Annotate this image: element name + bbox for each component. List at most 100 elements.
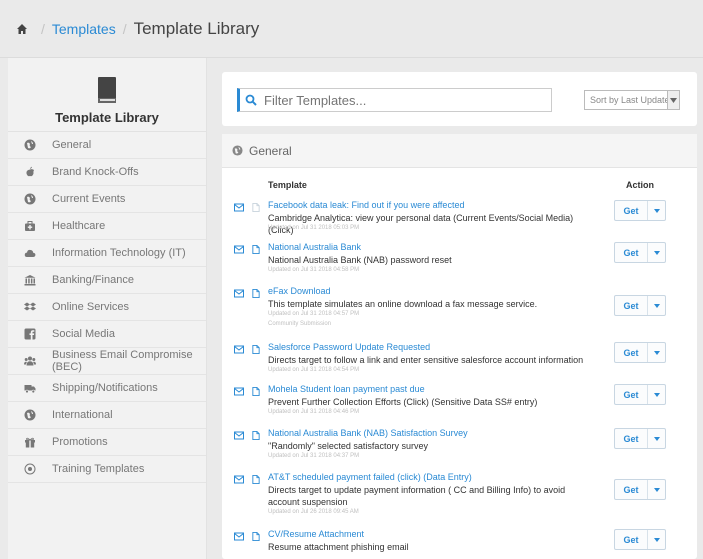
globe-icon [24, 409, 36, 421]
sidebar-item-business-email-compromise-bec[interactable]: Business Email Compromise (BEC) [8, 348, 206, 375]
template-title-link[interactable]: eFax Download [268, 286, 331, 296]
get-button[interactable]: Get [615, 301, 647, 311]
template-title-link[interactable]: Salesforce Password Update Requested [268, 342, 430, 352]
get-button[interactable]: Get [615, 206, 647, 216]
template-description: Directs target to update payment informa… [268, 485, 566, 507]
chevron-down-icon[interactable] [648, 250, 665, 255]
row-icons [234, 289, 268, 298]
landing-page-icon [252, 289, 260, 298]
facebook-icon [24, 328, 36, 340]
template-title-link[interactable]: National Australia Bank [268, 242, 361, 252]
sidebar-item-online-services[interactable]: Online Services [8, 294, 206, 321]
sidebar-item-current-events[interactable]: Current Events [8, 186, 206, 213]
medkit-icon [25, 221, 35, 231]
section-header: General [222, 134, 697, 168]
landing-page-icon [252, 203, 260, 212]
chevron-down-icon[interactable] [648, 208, 665, 213]
get-button-group: Get [614, 342, 666, 363]
sidebar: Template Library General Brand Knock-Offs… [8, 58, 207, 559]
sidebar-item-healthcare[interactable]: Healthcare [8, 213, 206, 240]
row-icons [234, 387, 268, 396]
sidebar-item-promotions[interactable]: Promotions [8, 429, 206, 456]
filter-templates-input[interactable] [264, 92, 544, 108]
page-title: Template Library [133, 18, 260, 38]
template-title-link[interactable]: CV/Resume Attachment [268, 529, 364, 539]
sidebar-item-social-media[interactable]: Social Media [8, 321, 206, 348]
sidebar-item-general[interactable]: General [8, 132, 206, 159]
landing-page-icon [252, 532, 260, 541]
template-title-link[interactable]: AT&T scheduled payment failed (click) (D… [268, 472, 472, 482]
email-icon [234, 387, 244, 396]
email-icon [234, 475, 244, 484]
email-icon [234, 532, 244, 541]
sidebar-item-shipping-notifications[interactable]: Shipping/Notifications [8, 375, 206, 402]
chevron-down-icon[interactable] [648, 350, 665, 355]
email-icon [234, 289, 244, 298]
get-button[interactable]: Get [615, 390, 647, 400]
breadcrumb-templates-link[interactable]: Templates [52, 21, 116, 37]
sidebar-item-training-templates[interactable]: Training Templates [8, 456, 206, 483]
template-list: General Template Action Facebook data le… [222, 134, 697, 559]
sidebar-item-label: Current Events [52, 193, 126, 205]
sidebar-item-banking-finance[interactable]: Banking/Finance [8, 267, 206, 294]
email-icon [234, 245, 244, 254]
sidebar-item-label: Training Templates [52, 463, 145, 475]
chevron-down-icon[interactable] [648, 392, 665, 397]
column-header-action: Action [626, 180, 654, 190]
book-icon [98, 77, 116, 103]
filter-panel: Sort by Last Updated [222, 72, 697, 126]
template-title-link[interactable]: Facebook data leak: Find out if you were… [268, 200, 464, 210]
filter-box[interactable] [237, 88, 552, 112]
get-button-group: Get [614, 529, 666, 550]
get-button[interactable]: Get [615, 485, 647, 495]
community-submission-note: Community Submission [268, 321, 332, 327]
cloud-icon [24, 249, 36, 257]
sidebar-header: Template Library [8, 58, 206, 132]
get-button[interactable]: Get [615, 348, 647, 358]
home-icon[interactable] [16, 23, 28, 35]
chevron-down-icon[interactable] [648, 487, 665, 492]
column-headers: Template Action [222, 180, 697, 194]
sidebar-item-label: Social Media [52, 328, 115, 340]
sidebar-item-label: Shipping/Notifications [52, 382, 158, 394]
sidebar-item-information-technology-it[interactable]: Information Technology (IT) [8, 240, 206, 267]
template-description: National Australia Bank (NAB) password r… [268, 255, 452, 265]
target-icon [24, 463, 36, 475]
updated-timestamp: Updated on Jul 31 2018 04:57 PM [268, 311, 360, 317]
get-button[interactable]: Get [615, 535, 647, 545]
template-description: Cambridge Analytica: view your personal … [268, 213, 574, 235]
get-button-group: Get [614, 428, 666, 449]
email-icon [234, 203, 244, 212]
template-title-link[interactable]: National Australia Bank (NAB) Satisfacti… [268, 428, 468, 438]
chevron-down-icon[interactable] [648, 436, 665, 441]
template-description: "Randomly" selected satisfactory survey [268, 441, 428, 451]
users-icon [24, 356, 36, 366]
sidebar-item-international[interactable]: International [8, 402, 206, 429]
template-title-link[interactable]: Mohela Student loan payment past due [268, 384, 425, 394]
landing-page-icon [252, 345, 260, 354]
get-button-group: Get [614, 384, 666, 405]
sidebar-item-label: Business Email Compromise (BEC) [52, 349, 193, 373]
get-button-group: Get [614, 242, 666, 263]
sidebar-item-brand-knock-offs[interactable]: Brand Knock-Offs [8, 159, 206, 186]
updated-timestamp: Updated on Jul 31 2018 05:03 PM [268, 225, 360, 231]
get-button-group: Get [614, 295, 666, 316]
updated-timestamp: Updated on Jul 26 2018 09:45 AM [268, 509, 359, 515]
row-icons [234, 203, 268, 212]
row-icons [234, 532, 268, 541]
breadcrumb: / Templates / Template Library [0, 0, 703, 58]
sidebar-item-label: Banking/Finance [52, 274, 134, 286]
section-title: General [249, 143, 292, 158]
chevron-down-icon[interactable] [648, 537, 665, 542]
get-button[interactable]: Get [615, 248, 647, 258]
updated-timestamp: Updated on Jul 31 2018 04:54 PM [268, 367, 360, 373]
sidebar-title: Template Library [55, 110, 159, 125]
get-button[interactable]: Get [615, 434, 647, 444]
sort-select[interactable]: Sort by Last Updated [584, 90, 680, 110]
breadcrumb-separator: / [41, 20, 45, 37]
globe-icon [232, 145, 243, 156]
chevron-down-icon[interactable] [667, 91, 679, 109]
apple-icon [26, 166, 34, 177]
get-button-group: Get [614, 200, 666, 221]
chevron-down-icon[interactable] [648, 303, 665, 308]
